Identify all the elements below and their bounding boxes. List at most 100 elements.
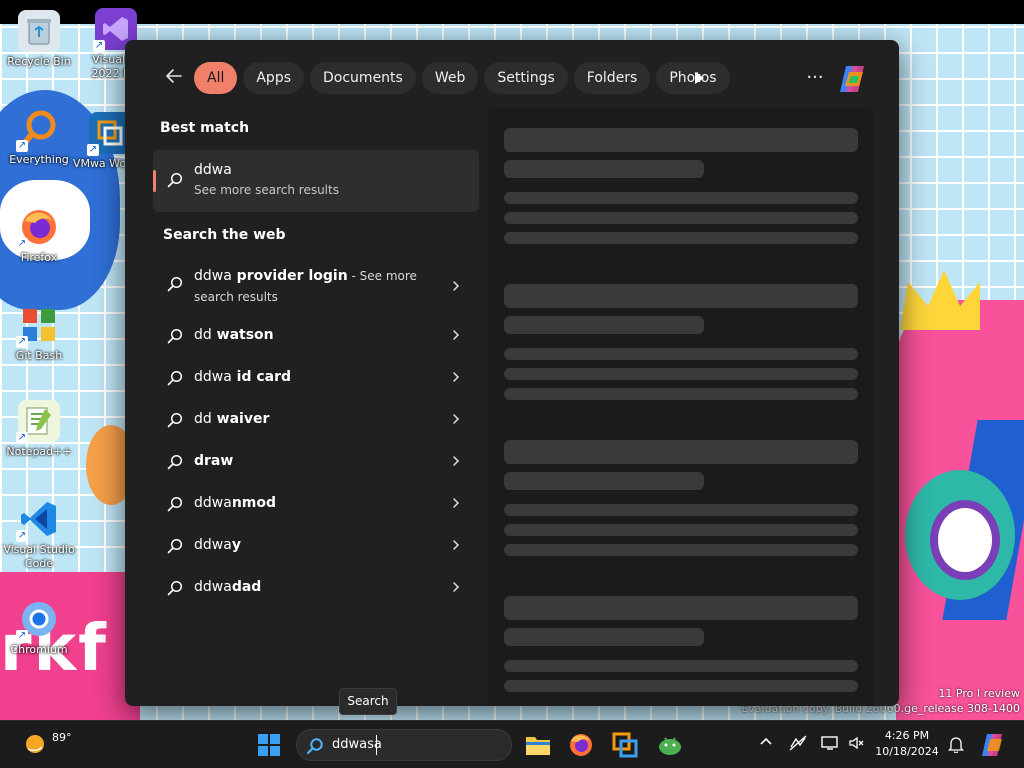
desktop-icon-everything[interactable]: ↗ Everything xyxy=(1,108,77,167)
system-clock[interactable]: 4:26 PM 10/18/2024 xyxy=(872,728,942,760)
suggestion-text: dd waiver xyxy=(194,411,269,427)
shortcut-arrow-icon: ↗ xyxy=(16,336,28,348)
suggestion-completion: raw xyxy=(204,453,234,469)
chevron-right-icon xyxy=(451,537,461,553)
desktop-icon-chromium[interactable]: ↗ Chromium xyxy=(1,598,77,657)
folder-icon xyxy=(526,737,550,755)
skeleton-block xyxy=(504,596,858,620)
skeleton-line xyxy=(504,660,858,672)
network-disconnected-icon[interactable] xyxy=(788,735,808,755)
search-icon xyxy=(167,538,183,558)
skeleton-block xyxy=(504,284,858,308)
wallpaper-crown xyxy=(900,270,980,330)
web-suggestion-item[interactable]: dd waiver xyxy=(153,400,479,440)
weather-temperature: 89° xyxy=(52,731,72,744)
more-options-button[interactable]: ··· xyxy=(803,64,827,92)
search-the-web-heading: Search the web xyxy=(163,227,286,243)
filter-all[interactable]: All xyxy=(194,62,238,94)
desktop-icon-firefox[interactable]: ↗ Firefox xyxy=(1,206,77,265)
desktop-icon-label: Notepad++ xyxy=(6,445,72,458)
skeleton-block xyxy=(504,128,858,152)
search-icon xyxy=(167,172,183,192)
vscode-icon: ↗ xyxy=(16,498,60,542)
skeleton-line xyxy=(504,368,858,380)
wallpaper-eye-inner xyxy=(930,500,1000,580)
clock-time: 4:26 PM xyxy=(884,729,930,742)
skeleton-line xyxy=(504,212,858,224)
weather-widget[interactable]: 89° xyxy=(20,729,80,761)
web-suggestion-item[interactable]: ddwanmod xyxy=(153,484,479,524)
shortcut-arrow-icon: ↗ xyxy=(16,630,28,642)
volume-muted-icon[interactable] xyxy=(846,735,866,755)
chevron-right-icon xyxy=(451,278,461,294)
taskbar-firefox[interactable] xyxy=(567,731,595,759)
skeleton-line xyxy=(504,388,858,400)
skeleton-line xyxy=(504,348,858,360)
filter-documents[interactable]: Documents xyxy=(310,62,416,94)
taskbar-vmware[interactable] xyxy=(611,731,639,759)
copilot-icon[interactable] xyxy=(837,64,869,94)
shortcut-arrow-icon: ↗ xyxy=(16,140,28,152)
web-suggestion-item[interactable]: draw xyxy=(153,442,479,482)
android-studio-icon xyxy=(659,737,681,755)
desktop-icon-recycle-bin[interactable]: Recycle Bin xyxy=(1,10,77,69)
search-icon xyxy=(167,370,183,390)
more-filters-play-icon[interactable] xyxy=(691,70,707,86)
taskbar-app-green[interactable] xyxy=(656,731,684,759)
recycle-bin-icon xyxy=(18,10,60,52)
filter-apps[interactable]: Apps xyxy=(243,62,305,94)
chevron-right-icon xyxy=(451,495,461,511)
weather-sun-icon xyxy=(24,733,46,755)
display-icon[interactable] xyxy=(820,735,840,755)
firefox-icon xyxy=(570,734,592,756)
suggestion-text: ddwadad xyxy=(194,579,261,595)
web-suggestion-item[interactable]: ddway xyxy=(153,526,479,566)
desktop-icon-label: Visual Studio Code xyxy=(3,543,75,570)
show-hidden-icons-chevron-up-icon[interactable] xyxy=(756,735,776,755)
web-suggestion-item[interactable]: ddwadad xyxy=(153,568,479,608)
suggestion-text: ddwa provider login - See more xyxy=(194,268,417,284)
taskbar-search-box[interactable]: ddwasa xyxy=(296,729,512,761)
copilot-taskbar-icon[interactable] xyxy=(980,733,1006,757)
shortcut-arrow-icon: ↗ xyxy=(87,144,99,156)
filter-settings[interactable]: Settings xyxy=(484,62,568,94)
desktop-icon-label: Git Bash xyxy=(15,349,63,362)
web-suggestion-item[interactable]: dd watson xyxy=(153,316,479,356)
skeleton-line xyxy=(504,524,858,536)
taskbar-search-input[interactable]: ddwasa xyxy=(332,737,382,752)
desktop-icon-git-bash[interactable]: ↗ Git Bash xyxy=(1,304,77,363)
selection-accent-bar xyxy=(153,170,156,192)
start-button-windows-icon[interactable] xyxy=(258,734,280,756)
best-match-result[interactable]: ddwa See more search results xyxy=(153,150,479,212)
search-icon xyxy=(167,328,183,348)
shortcut-arrow-icon: ↗ xyxy=(16,432,28,444)
back-arrow-icon[interactable] xyxy=(161,66,187,92)
desktop-icon-label: Firefox xyxy=(20,251,58,264)
skeleton-line xyxy=(504,544,858,556)
chromium-icon: ↗ xyxy=(16,598,60,642)
desktop-icon-visual-studio-code[interactable]: ↗ Visual Studio Code xyxy=(1,498,77,571)
suggestion-completion: id card xyxy=(231,369,292,385)
chevron-right-icon xyxy=(451,453,461,469)
suggestion-text: ddway xyxy=(194,537,241,553)
suggestion-text: ddwanmod xyxy=(194,495,276,511)
best-match-title: ddwa xyxy=(194,162,232,178)
suggestion-completion: y xyxy=(231,537,241,553)
best-match-subtitle: See more search results xyxy=(194,183,339,197)
filter-folders[interactable]: Folders xyxy=(573,62,651,94)
search-tooltip: Search xyxy=(339,688,397,715)
filter-web[interactable]: Web xyxy=(421,62,479,94)
search-panel: All Apps Documents Web Settings Folders … xyxy=(125,40,899,706)
notification-bell-icon[interactable] xyxy=(946,735,966,755)
taskbar-file-explorer[interactable] xyxy=(524,731,552,759)
suggestion-completion: waiver xyxy=(211,411,270,427)
skeleton-line xyxy=(504,504,858,516)
suggestion-text: draw xyxy=(194,453,233,469)
shortcut-arrow-icon: ↗ xyxy=(16,238,28,250)
skeleton-line xyxy=(504,680,858,692)
desktop-icon-notepad-plus-plus[interactable]: ↗ Notepad++ xyxy=(1,400,77,459)
web-suggestion-item[interactable]: ddwa id card xyxy=(153,358,479,398)
search-icon xyxy=(167,580,183,600)
skeleton-block xyxy=(504,440,858,464)
web-suggestion-item[interactable]: ddwa provider login - See more search re… xyxy=(153,262,479,314)
